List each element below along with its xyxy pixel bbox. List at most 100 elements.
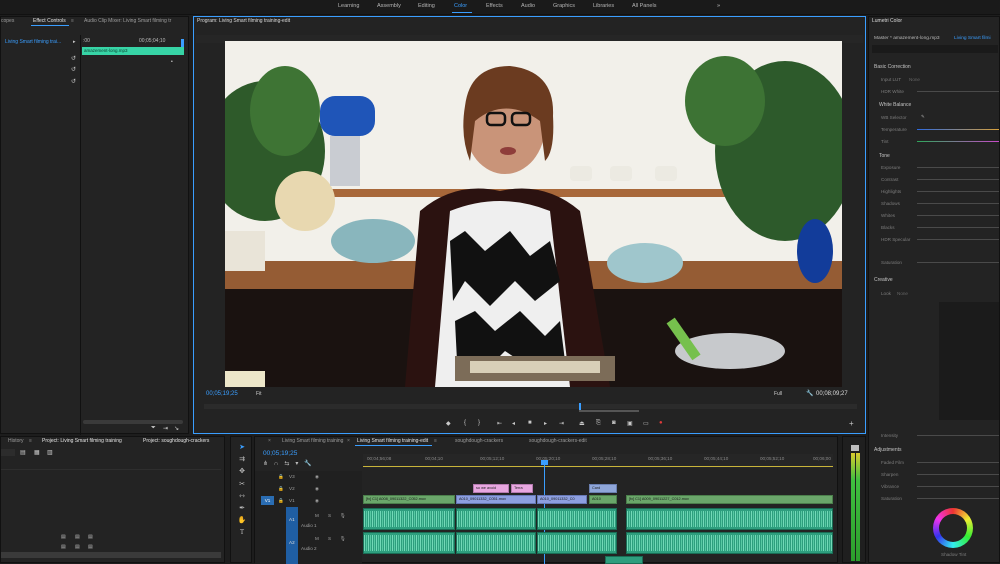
expand-arrow-icon[interactable]: ▸	[73, 39, 76, 45]
tab-sequence-1[interactable]: Living Smart filming training	[282, 437, 343, 446]
tab-audio-clip-mixer[interactable]: Audio Clip Mixer: Living Smart filming t…	[84, 17, 171, 26]
comparison-icon[interactable]: ▣	[627, 420, 633, 427]
workspace-color[interactable]: Color	[454, 3, 467, 9]
tab-soughdough-edit[interactable]: soughdough-crackers-edit	[529, 437, 587, 446]
workspace-learning[interactable]: Learning	[338, 3, 359, 9]
workspace-graphics[interactable]: Graphics	[553, 3, 575, 9]
go-to-in-icon[interactable]: ⇤	[497, 420, 502, 427]
grid-view-icon[interactable]: ▦	[34, 449, 40, 456]
audio-clip-a2-2[interactable]	[456, 532, 536, 554]
tone-heading[interactable]: Tone	[879, 153, 890, 159]
workspace-editing[interactable]: Editing	[418, 3, 435, 9]
reset-icon-3[interactable]: ↺	[71, 78, 76, 85]
tab-menu-icon-2[interactable]: ≡	[29, 437, 32, 446]
tab-menu-icon-3[interactable]: ≡	[434, 437, 437, 446]
step-back-icon[interactable]: ◂	[512, 420, 515, 427]
adjustments-heading[interactable]: Adjustments	[874, 447, 902, 453]
monitor-scrub-bar[interactable]	[204, 404, 857, 409]
project-search[interactable]	[1, 449, 15, 456]
selection-tool-icon[interactable]: ➤	[237, 443, 247, 452]
eyedropper-icon[interactable]: ✎	[921, 114, 925, 120]
monitor-playhead[interactable]	[579, 403, 581, 410]
quality-dropdown[interactable]: Full	[774, 391, 782, 397]
bin-icon-4[interactable]: ▤	[61, 544, 66, 550]
whites-slider[interactable]	[917, 215, 999, 216]
video-clip-2[interactable]: A010_09011332_C051.mov	[456, 495, 536, 504]
lock-icon-v3[interactable]: 🔒	[278, 474, 284, 480]
video-frame[interactable]	[225, 41, 842, 387]
bin-icon[interactable]: ▤	[61, 534, 66, 540]
wrench-icon[interactable]: 🔧	[806, 390, 813, 397]
mini-audio-clip[interactable]: amazement-long.mp3	[82, 47, 184, 55]
section-creative[interactable]: Creative	[874, 277, 893, 283]
section-basic-correction[interactable]: Basic Correction	[874, 64, 911, 70]
solo-button-a1[interactable]: S	[328, 513, 331, 518]
close-tab-icon[interactable]: ×	[268, 437, 271, 446]
blacks-slider[interactable]	[917, 227, 999, 228]
track-a2-label[interactable]: A2	[289, 540, 295, 545]
bin-icon-5[interactable]: ▤	[75, 544, 80, 550]
master-clip-label[interactable]: Master * amazement-long.mp3	[874, 36, 940, 41]
mark-out-icon[interactable]: }	[478, 420, 480, 426]
input-lut-dropdown[interactable]: None	[909, 77, 920, 82]
bin-icon-2[interactable]: ▤	[75, 534, 80, 540]
mute-button-a2[interactable]: M	[315, 536, 319, 541]
workspace-assembly[interactable]: Assembly	[377, 3, 401, 9]
step-forward-icon[interactable]: ▸	[544, 420, 547, 427]
audio-clip-a1-2[interactable]	[456, 508, 536, 530]
saturation-slider[interactable]	[917, 262, 999, 263]
audio-clip-a2-1[interactable]	[363, 532, 455, 554]
active-clip-label[interactable]: Living Smart filmi	[954, 36, 991, 41]
audio-target-strip[interactable]	[286, 507, 298, 564]
look-dropdown[interactable]: None	[897, 291, 908, 296]
intensity-slider[interactable]	[917, 435, 999, 436]
look-preview[interactable]	[939, 302, 999, 420]
extract-icon[interactable]: ⎘	[596, 420, 601, 427]
project-selected-row[interactable]	[1, 552, 221, 558]
type-tool-icon[interactable]: T	[237, 528, 247, 537]
video-clip-3[interactable]: A010_09011332_C0	[537, 495, 587, 504]
eye-icon-v3[interactable]: ◉	[315, 474, 319, 480]
mini-playhead[interactable]	[181, 39, 184, 47]
hand-tool-icon[interactable]: ✋	[237, 516, 247, 525]
hdr-white-slider[interactable]	[917, 91, 999, 92]
tab-history[interactable]: History	[8, 437, 24, 446]
vibrance-slider[interactable]	[917, 486, 999, 487]
stop-icon[interactable]: ■	[528, 420, 532, 426]
tab-project-soughdough[interactable]: Project: soughdough-crackers	[143, 437, 209, 446]
workspace-all-panels[interactable]: All Panels	[632, 3, 656, 9]
freeform-view-icon[interactable]: ▥	[47, 449, 53, 456]
workspace-audio[interactable]: Audio	[521, 3, 535, 9]
highlights-slider[interactable]	[917, 191, 999, 192]
pen-tool-icon[interactable]: ✒	[237, 504, 247, 513]
bin-icon-6[interactable]: ▤	[88, 544, 93, 550]
eye-icon-v2[interactable]: ◉	[315, 486, 319, 492]
work-area-bar[interactable]	[363, 466, 833, 467]
source-patch-v1[interactable]: V1	[261, 496, 274, 505]
audio-clip-a1-3[interactable]	[537, 508, 617, 530]
video-clip-5[interactable]: [fx] C1] A009_09011227_C012.mov	[626, 495, 833, 504]
lock-icon-v2[interactable]: 🔒	[278, 486, 284, 492]
audio-clip-a1-4[interactable]	[626, 508, 833, 530]
list-view-icon[interactable]: ▤	[20, 449, 26, 456]
track-v1-label[interactable]: V1	[289, 498, 295, 503]
lift-icon[interactable]: ⏏	[579, 420, 585, 427]
mark-in-icon[interactable]: {	[464, 420, 466, 426]
tint-slider[interactable]	[917, 141, 999, 142]
title-clip-3[interactable]: Card	[589, 484, 617, 493]
timeline-tool-icons[interactable]: ⋔∩⇆▾🔧	[263, 460, 318, 467]
zoom-scrollbar[interactable]	[83, 420, 183, 424]
more-workspaces-icon[interactable]: »	[717, 3, 720, 9]
zoom-handle[interactable]	[579, 410, 639, 412]
camera-icon[interactable]: ◙	[612, 420, 616, 426]
saturation2-slider[interactable]	[917, 498, 999, 499]
razor-tool-icon[interactable]: ✂	[237, 480, 247, 489]
temperature-slider[interactable]	[917, 129, 999, 130]
tab-project-living-smart[interactable]: Project: Living Smart filming training	[42, 437, 122, 446]
faded-film-slider[interactable]	[917, 462, 999, 463]
sharpen-slider[interactable]	[917, 474, 999, 475]
track-v2-label[interactable]: V2	[289, 486, 295, 491]
eye-icon-v1[interactable]: ◉	[315, 498, 319, 504]
marker-icon[interactable]: ◆	[446, 420, 451, 427]
tab-scopes[interactable]: copes	[1, 17, 14, 26]
